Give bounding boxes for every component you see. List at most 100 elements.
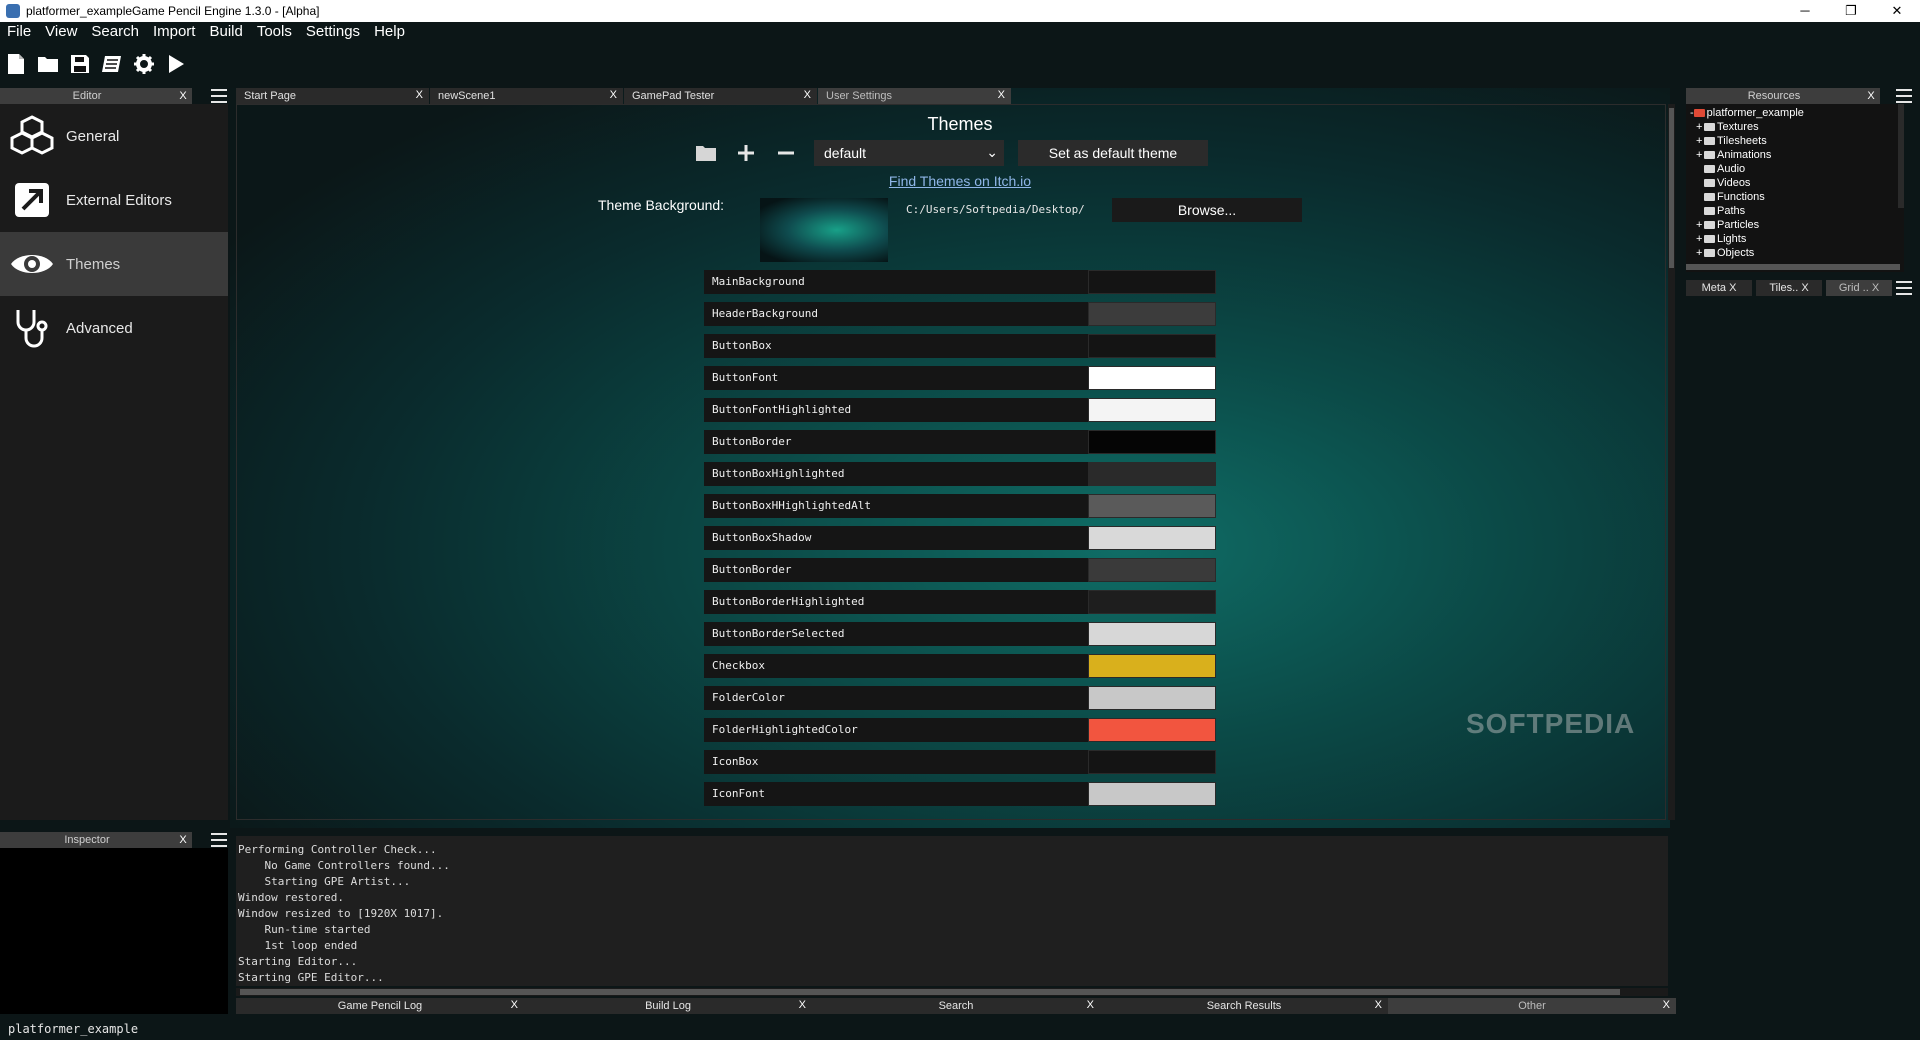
tab-other[interactable]: Other X: [1388, 998, 1676, 1014]
color-swatch[interactable]: [1088, 750, 1216, 774]
browse-button[interactable]: Browse...: [1112, 198, 1302, 222]
resource-folder-paths[interactable]: Paths: [1690, 204, 1904, 218]
build-icon[interactable]: [100, 52, 124, 76]
new-file-icon[interactable]: [4, 52, 28, 76]
expand-icon[interactable]: +: [1696, 134, 1704, 148]
tab-close-button[interactable]: X: [1087, 999, 1094, 1011]
inspector-panel-menu-icon[interactable]: [211, 833, 227, 847]
nav-item-advanced[interactable]: Advanced: [0, 296, 228, 360]
color-swatch[interactable]: [1088, 526, 1216, 550]
tab-close-button[interactable]: X: [998, 89, 1005, 101]
add-theme-icon[interactable]: [730, 140, 762, 166]
tab-game-pencil-log[interactable]: Game Pencil Log X: [236, 998, 524, 1014]
resource-folder-particles[interactable]: + Particles: [1690, 218, 1904, 232]
settings-gear-icon[interactable]: [132, 52, 156, 76]
tab-close-button[interactable]: X: [416, 89, 423, 101]
resource-folder-tilesheets[interactable]: + Tilesheets: [1690, 134, 1904, 148]
tab-grid[interactable]: Grid .. X: [1826, 280, 1892, 296]
open-folder-icon[interactable]: [36, 52, 60, 76]
color-swatch[interactable]: [1088, 782, 1216, 806]
color-row: ButtonFontHighlighted: [704, 398, 1216, 422]
play-icon[interactable]: [164, 52, 188, 76]
resource-folder-lights[interactable]: + Lights: [1690, 232, 1904, 246]
menu-help[interactable]: Help: [367, 22, 412, 42]
folder-icon: [1704, 193, 1715, 202]
menu-view[interactable]: View: [38, 22, 84, 42]
color-swatch[interactable]: [1088, 270, 1216, 294]
color-swatch[interactable]: [1088, 366, 1216, 390]
tab-meta[interactable]: Meta X: [1686, 280, 1752, 296]
color-swatch[interactable]: [1088, 462, 1216, 486]
color-row: IconFont: [704, 782, 1216, 806]
tab-gamepad-tester[interactable]: GamePad Tester X: [624, 88, 817, 104]
menu-import[interactable]: Import: [146, 22, 203, 42]
tab-tiles[interactable]: Tiles.. X: [1756, 280, 1822, 296]
tab-close-button[interactable]: X: [610, 89, 617, 101]
tab-close-button[interactable]: X: [1663, 999, 1670, 1011]
color-swatch[interactable]: [1088, 686, 1216, 710]
resource-folder-animations[interactable]: + Animations: [1690, 148, 1904, 162]
expand-icon[interactable]: +: [1696, 148, 1704, 162]
expand-icon[interactable]: +: [1696, 120, 1704, 134]
color-swatch[interactable]: [1088, 558, 1216, 582]
find-themes-link[interactable]: Find Themes on Itch.io: [0, 173, 1920, 189]
tab-close-button[interactable]: X: [804, 89, 811, 101]
menu-bar: File View Search Import Build Tools Sett…: [0, 22, 1920, 42]
tab-user-settings[interactable]: User Settings X: [818, 88, 1011, 104]
remove-theme-icon[interactable]: [770, 140, 802, 166]
resources-panel-menu-icon[interactable]: [1896, 89, 1912, 103]
minimize-button[interactable]: ─: [1782, 0, 1828, 22]
resources-panel-close-button[interactable]: X: [1862, 90, 1880, 102]
color-swatch[interactable]: [1088, 654, 1216, 678]
tab-search[interactable]: Search X: [812, 998, 1100, 1014]
color-row: ButtonBorderSelected: [704, 622, 1216, 646]
expand-icon[interactable]: +: [1696, 218, 1704, 232]
close-window-button[interactable]: ✕: [1874, 0, 1920, 22]
nav-item-themes[interactable]: Themes: [0, 232, 228, 296]
menu-search[interactable]: Search: [84, 22, 146, 42]
folder-icon[interactable]: [690, 140, 722, 166]
expand-icon[interactable]: +: [1696, 246, 1704, 260]
tree-root[interactable]: - platformer_example: [1690, 106, 1904, 120]
resource-folder-textures[interactable]: + Textures: [1690, 120, 1904, 134]
resource-folder-audio[interactable]: Audio: [1690, 162, 1904, 176]
save-icon[interactable]: [68, 52, 92, 76]
tab-close-button[interactable]: X: [511, 999, 518, 1011]
color-swatch[interactable]: [1088, 590, 1216, 614]
resource-folder-functions[interactable]: Functions: [1690, 190, 1904, 204]
editor-panel-menu-icon[interactable]: [211, 89, 227, 103]
color-swatch[interactable]: [1088, 334, 1216, 358]
log-horizontal-scrollbar[interactable]: [236, 988, 1668, 996]
content-scrollbar[interactable]: [1668, 104, 1675, 820]
tab-close-button[interactable]: X: [1375, 999, 1382, 1011]
tab-close-button[interactable]: X: [799, 999, 806, 1011]
theme-select[interactable]: default ⌄: [814, 140, 1004, 166]
resources-scrollbar[interactable]: [1898, 104, 1904, 208]
resource-folder-videos[interactable]: Videos: [1690, 176, 1904, 190]
tab-build-log[interactable]: Build Log X: [524, 998, 812, 1014]
resources-horizontal-scrollbar[interactable]: [1686, 264, 1900, 270]
resource-folder-label: Objects: [1717, 247, 1755, 259]
resource-folder-objects[interactable]: + Objects: [1690, 246, 1904, 260]
menu-build[interactable]: Build: [202, 22, 249, 42]
scrollbar-thumb[interactable]: [240, 989, 1620, 995]
tab-start-page[interactable]: Start Page X: [236, 88, 429, 104]
scene-tools-menu-icon[interactable]: [1896, 281, 1912, 295]
tab-search-results[interactable]: Search Results X: [1100, 998, 1388, 1014]
maximize-button[interactable]: ❐: [1828, 0, 1874, 22]
color-swatch[interactable]: [1088, 398, 1216, 422]
editor-panel-close-button[interactable]: X: [174, 90, 192, 102]
menu-file[interactable]: File: [0, 22, 38, 42]
color-swatch[interactable]: [1088, 302, 1216, 326]
inspector-panel-close-button[interactable]: X: [174, 834, 192, 846]
tab-newscene1[interactable]: newScene1 X: [430, 88, 623, 104]
color-swatch[interactable]: [1088, 718, 1216, 742]
color-swatch[interactable]: [1088, 494, 1216, 518]
menu-tools[interactable]: Tools: [250, 22, 299, 42]
color-swatch[interactable]: [1088, 430, 1216, 454]
expand-icon[interactable]: +: [1696, 232, 1704, 246]
color-swatch[interactable]: [1088, 622, 1216, 646]
folder-icon: [1704, 235, 1715, 244]
menu-settings[interactable]: Settings: [299, 22, 367, 42]
set-default-theme-button[interactable]: Set as default theme: [1018, 140, 1208, 166]
